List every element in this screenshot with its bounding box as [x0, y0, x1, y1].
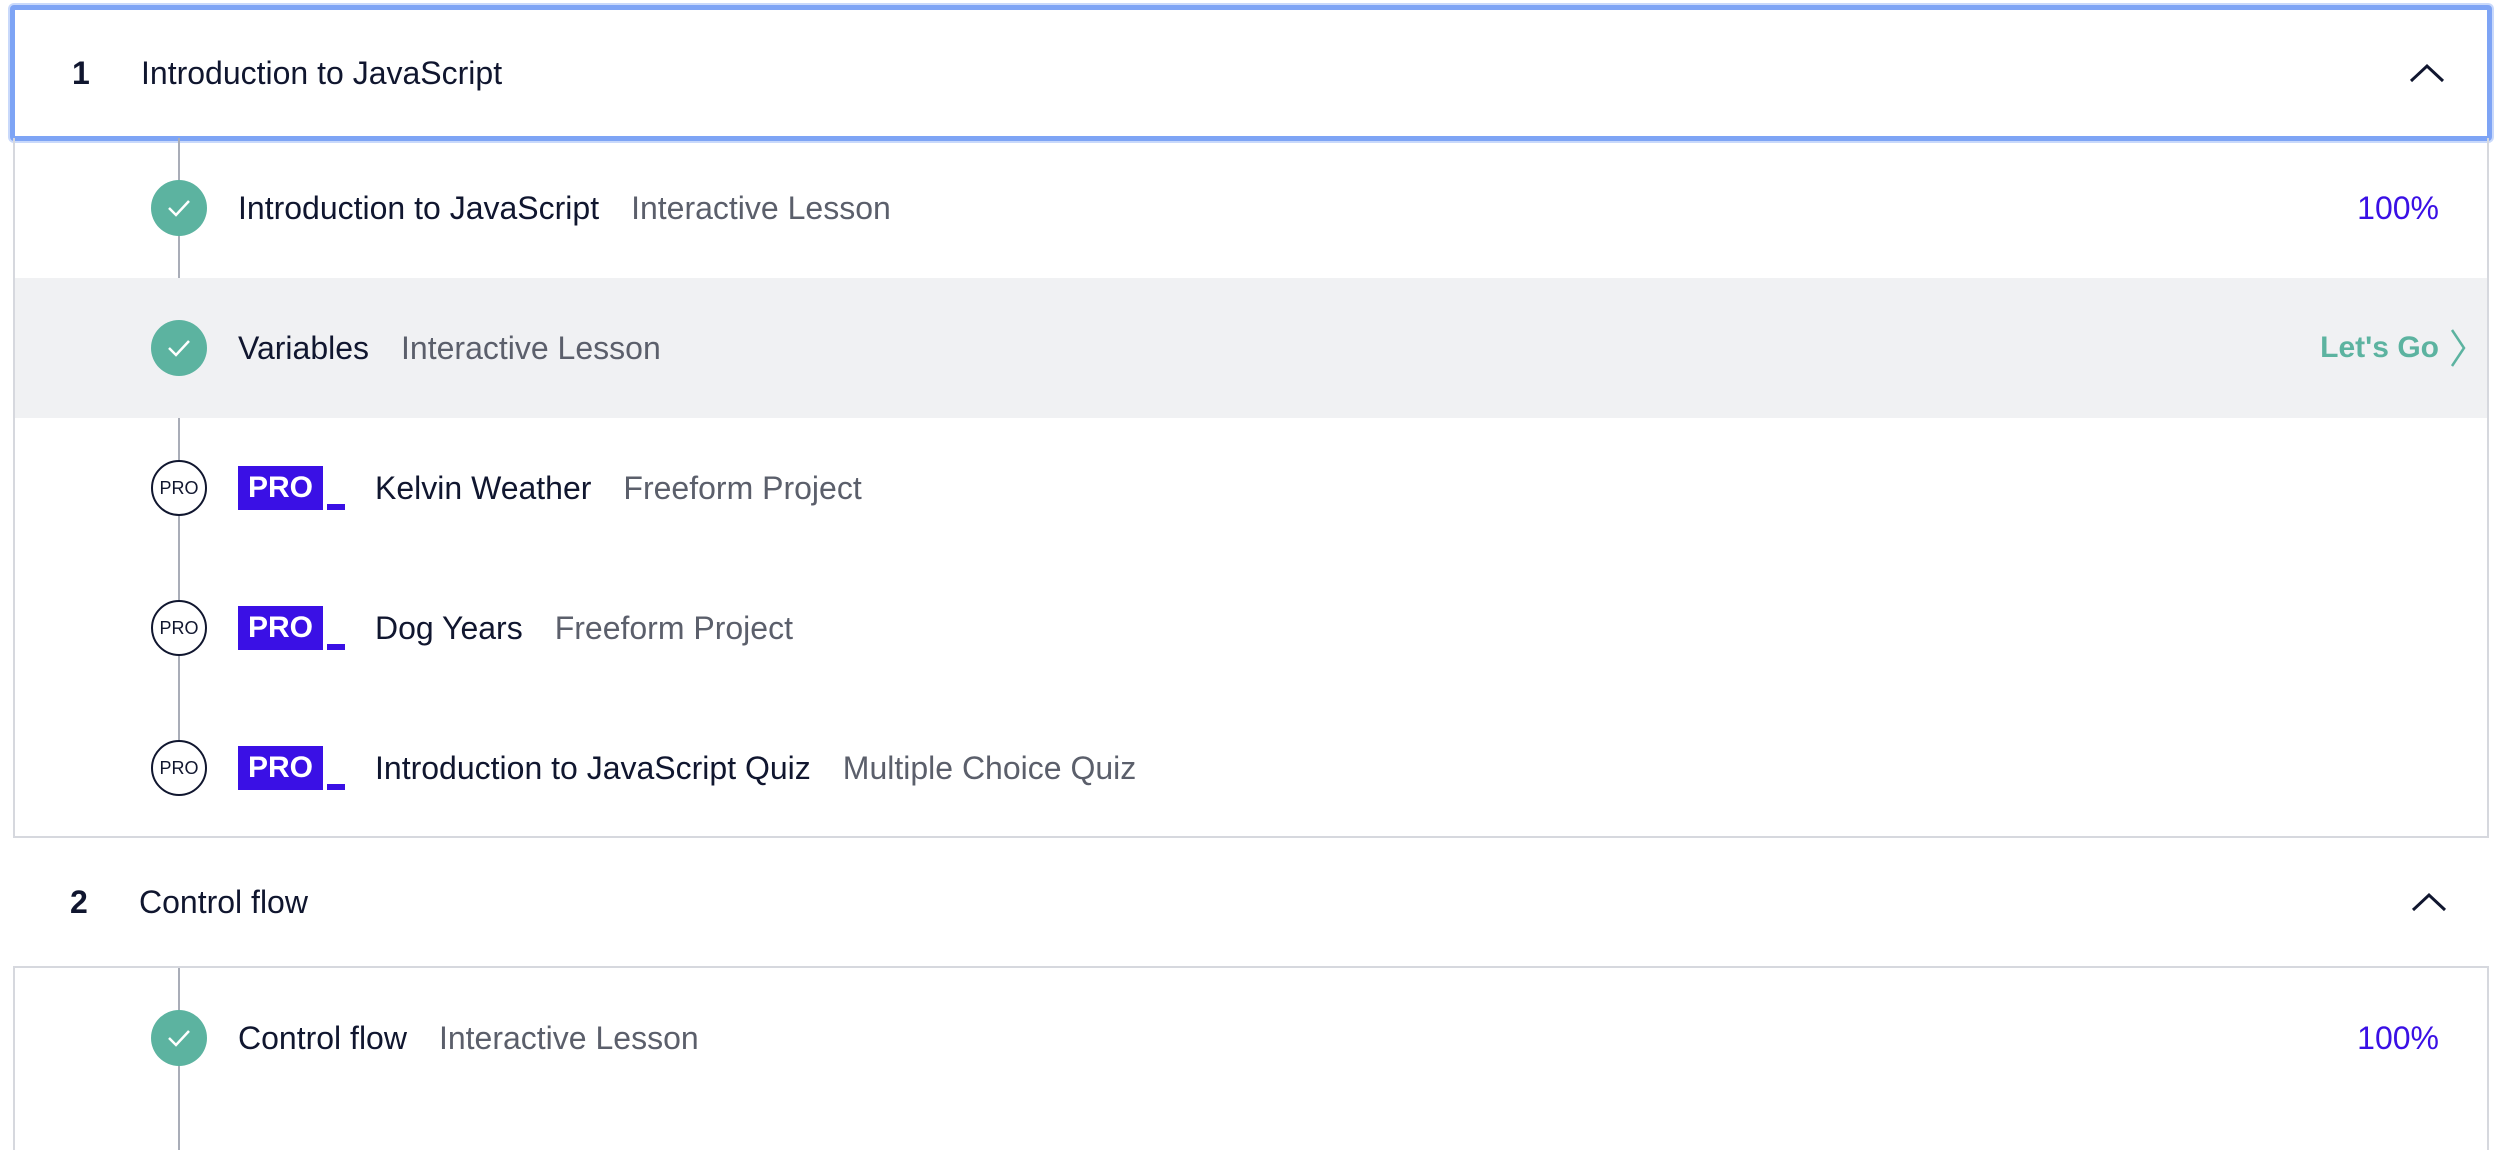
module-2-header[interactable]: 2 Control flow [13, 836, 2489, 968]
pro-badge-label: PRO [238, 746, 324, 790]
module-1-content-list: Introduction to JavaScript Interactive L… [13, 138, 2489, 838]
content-item[interactable]: Variables Interactive Lesson Let's Go [15, 278, 2487, 418]
chevron-up-icon[interactable] [2411, 892, 2447, 912]
content-type: Interactive Lesson [401, 329, 661, 366]
content-item[interactable]: PRO PRO Kelvin Weather Freeform Project [15, 418, 2487, 558]
pro-badge: PRO [238, 746, 346, 790]
pro-status-label: PRO [159, 617, 199, 638]
content-item-text: PRO Dog Years Freeform Project [238, 606, 793, 650]
pro-badge-cursor [327, 784, 346, 790]
module-2-content-list: Control flow Interactive Lesson 100% [13, 968, 2489, 1150]
pro-badge-label: PRO [238, 606, 324, 650]
complete-status [151, 320, 207, 376]
module-number: 2 [70, 883, 88, 920]
module-1-header[interactable]: 1 Introduction to JavaScript [10, 5, 2492, 141]
content-title: Kelvin Weather [375, 469, 592, 506]
lets-go-label: Let's Go [2320, 331, 2439, 364]
content-item[interactable]: PRO PRO Dog Years Freeform Project [15, 558, 2487, 698]
pro-badge-cursor [327, 644, 346, 650]
content-item-text: PRO Introduction to JavaScript Quiz Mult… [238, 746, 1136, 790]
chevron-right-icon [2450, 329, 2466, 367]
content-title: Control flow [238, 1019, 407, 1056]
module-title: Introduction to JavaScript [141, 54, 503, 91]
complete-status [151, 180, 207, 236]
pro-badge: PRO [238, 606, 346, 650]
pro-badge: PRO [238, 466, 346, 510]
content-type: Freeform Project [554, 609, 793, 646]
pro-status: PRO [151, 460, 207, 516]
content-type: Interactive Lesson [438, 1019, 699, 1056]
pro-status-label: PRO [159, 477, 199, 498]
content-title: Introduction to JavaScript [238, 189, 600, 226]
syllabus: 1 Introduction to JavaScript Introductio… [0, 0, 2502, 1150]
chevron-up-icon[interactable] [2409, 63, 2445, 83]
content-item[interactable]: Introduction to JavaScript Interactive L… [15, 138, 2487, 278]
content-item-text: Control flow Interactive Lesson [238, 1020, 699, 1057]
pro-badge-label: PRO [238, 466, 324, 510]
content-title: Introduction to JavaScript Quiz [375, 749, 811, 786]
content-item[interactable]: PRO PRO Introduction to JavaScript Quiz … [15, 698, 2487, 838]
progress-percent: 100% [2357, 189, 2439, 226]
content-type: Freeform Project [623, 469, 862, 506]
lets-go-button[interactable]: Let's Go [2320, 328, 2467, 368]
content-type: Multiple Choice Quiz [842, 749, 1137, 786]
content-item-text: Variables Interactive Lesson [238, 330, 661, 367]
content-item[interactable]: Control flow Interactive Lesson 100% [15, 968, 2487, 1108]
content-title: Variables [238, 329, 370, 366]
progress-percent: 100% [2357, 1019, 2439, 1056]
check-icon [168, 340, 190, 357]
module-number: 1 [72, 54, 90, 91]
check-icon [168, 200, 190, 217]
pro-status-label: PRO [159, 757, 199, 778]
check-icon [168, 1030, 190, 1047]
content-item-text: Introduction to JavaScript Interactive L… [238, 190, 891, 227]
content-item-text: PRO Kelvin Weather Freeform Project [238, 466, 862, 510]
pro-status: PRO [151, 600, 207, 656]
content-type: Interactive Lesson [631, 189, 891, 226]
content-title: Dog Years [375, 609, 523, 646]
complete-status [151, 1010, 207, 1066]
pro-badge-cursor [327, 504, 346, 510]
pro-status: PRO [151, 740, 207, 796]
module-title: Control flow [139, 883, 308, 920]
